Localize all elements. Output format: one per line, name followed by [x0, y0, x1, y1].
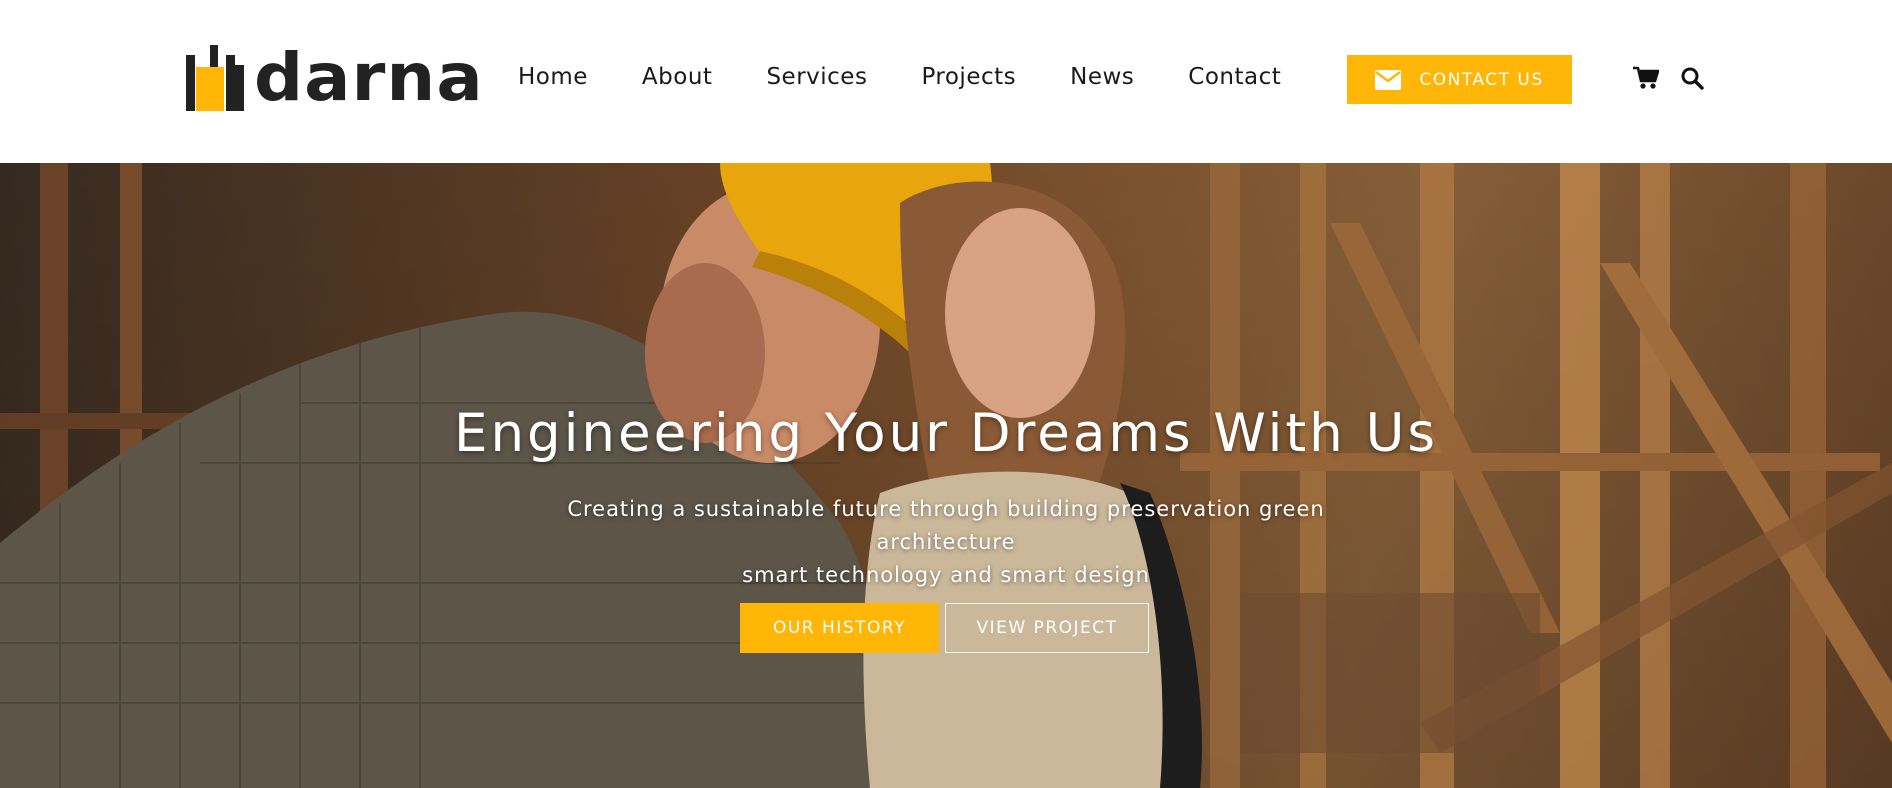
hero-subtitle-line-1: Creating a sustainable future through bu… — [567, 497, 1325, 554]
nav-item-about[interactable]: About — [642, 64, 713, 90]
envelope-icon — [1375, 69, 1402, 90]
nav-item-services[interactable]: Services — [766, 64, 867, 90]
logo-wordmark: darna — [254, 39, 484, 116]
nav-item-news[interactable]: News — [1070, 64, 1134, 90]
search-icon[interactable] — [1680, 66, 1704, 90]
hero-content: Engineering Your Dreams With Us Creating… — [0, 163, 1892, 788]
hero-title: Engineering Your Dreams With Us — [453, 403, 1439, 464]
view-project-button[interactable]: VIEW PROJECT — [945, 603, 1149, 653]
main-nav: Home About Services Projects News Contac… — [518, 64, 1281, 90]
contact-us-button[interactable]: CONTACT US — [1347, 55, 1572, 104]
hero-buttons: OUR HISTORY VIEW PROJECT — [740, 603, 1149, 653]
hero-subtitle: Creating a sustainable future through bu… — [496, 493, 1396, 592]
logo[interactable]: darna — [186, 42, 483, 114]
our-history-button[interactable]: OUR HISTORY — [740, 603, 939, 653]
building-logo-icon — [186, 45, 246, 111]
cart-icon[interactable] — [1633, 66, 1659, 90]
hero-subtitle-line-2: smart technology and smart design — [742, 563, 1150, 587]
nav-item-projects[interactable]: Projects — [921, 64, 1016, 90]
contact-us-label: CONTACT US — [1419, 69, 1544, 90]
hero-section: Engineering Your Dreams With Us Creating… — [0, 163, 1892, 788]
nav-item-home[interactable]: Home — [518, 64, 588, 90]
nav-item-contact[interactable]: Contact — [1188, 64, 1281, 90]
site-header: darna Home About Services Projects News … — [0, 0, 1892, 163]
